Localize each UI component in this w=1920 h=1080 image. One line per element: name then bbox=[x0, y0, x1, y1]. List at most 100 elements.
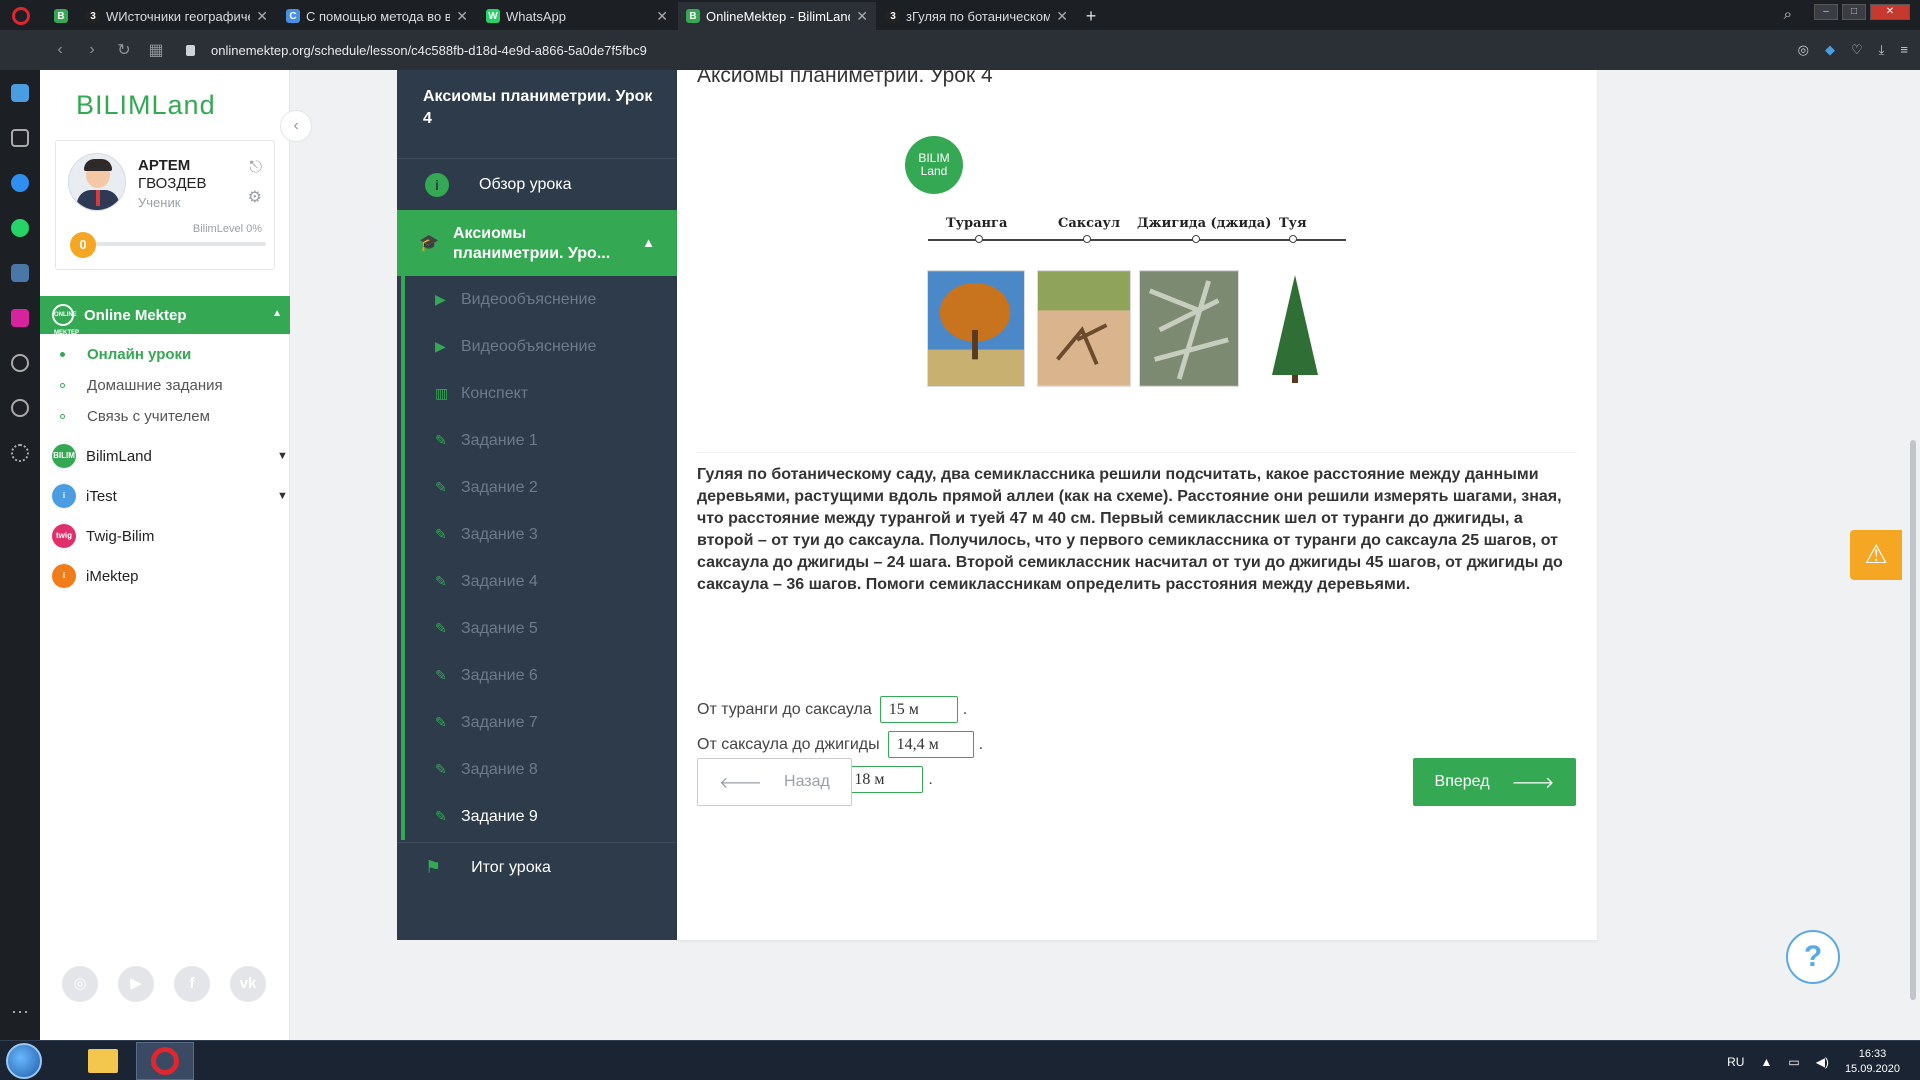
lesson-item[interactable]: ▶ Видеообъяснение bbox=[401, 323, 677, 370]
sidebar-subitem[interactable]: Онлайн уроки bbox=[60, 346, 191, 363]
reload-icon[interactable]: ↻ bbox=[108, 40, 140, 60]
messenger-icon[interactable] bbox=[0, 160, 40, 205]
next-button[interactable]: Вперед 🡒 bbox=[1413, 758, 1576, 806]
heart-icon[interactable] bbox=[0, 340, 40, 385]
sidebar-item[interactable]: i iMektep bbox=[52, 564, 139, 588]
url-field[interactable]: onlinemektep.org/schedule/lesson/c4c588f… bbox=[211, 43, 647, 58]
instagram-icon[interactable] bbox=[0, 295, 40, 340]
avatar[interactable] bbox=[68, 153, 126, 211]
menu-icon[interactable]: ≡ bbox=[1900, 42, 1908, 58]
lesson-item-label: Задание 3 bbox=[461, 525, 538, 543]
answer-input[interactable] bbox=[845, 766, 924, 793]
lesson-item[interactable]: ✎ Задание 3 bbox=[401, 511, 677, 558]
scrollbar-thumb[interactable] bbox=[1910, 440, 1916, 1000]
forward-nav-icon[interactable]: › bbox=[76, 41, 108, 59]
shield-icon[interactable]: ◆ bbox=[1825, 42, 1835, 58]
lesson-section-active[interactable]: 🎓 Аксиомы планиметрии. Уро... ▲ bbox=[397, 210, 677, 276]
tab-close-icon[interactable]: ✕ bbox=[656, 8, 668, 25]
answer-input[interactable] bbox=[887, 731, 974, 758]
lesson-item[interactable]: ▶ Видеообъяснение bbox=[401, 276, 677, 323]
lesson-item[interactable]: ✎ Задание 9 bbox=[401, 793, 677, 840]
clock[interactable]: 16:33 15.09.2020 bbox=[1845, 1047, 1900, 1077]
user-last-name: ГВОЗДЕВ bbox=[138, 175, 207, 192]
online-mektep-menu[interactable]: ONLINE MEKTEP Online Mektep ▲ bbox=[40, 296, 290, 336]
youtube-icon[interactable]: ▶ bbox=[118, 966, 154, 1002]
chevron-down-icon[interactable]: ▼ bbox=[277, 490, 288, 502]
sidebar-subitem-label: Домашние задания bbox=[87, 377, 223, 394]
language-indicator[interactable]: RU bbox=[1727, 1055, 1744, 1069]
lesson-item[interactable]: ✎ Задание 6 bbox=[401, 652, 677, 699]
back-button[interactable]: 🡐 Назад bbox=[697, 758, 852, 806]
vk-icon[interactable] bbox=[0, 250, 40, 295]
tabs-grid-icon[interactable]: ▦ bbox=[140, 40, 172, 60]
lesson-item[interactable]: ▥ Конспект bbox=[401, 370, 677, 417]
gear-icon[interactable]: ⚙ bbox=[248, 187, 262, 207]
lesson-item[interactable]: ✎ Задание 1 bbox=[401, 417, 677, 464]
sidebar-item[interactable]: twig Twig-Bilim bbox=[52, 524, 154, 548]
answer-input[interactable] bbox=[879, 696, 958, 723]
logout-icon[interactable]: ⎋ bbox=[249, 159, 262, 177]
lesson-item[interactable]: ✎ Задание 2 bbox=[401, 464, 677, 511]
lesson-item-label: Конспект bbox=[461, 384, 529, 402]
star-icon[interactable] bbox=[0, 115, 40, 160]
back-nav-icon[interactable]: ‹ bbox=[44, 41, 76, 59]
whatsapp-icon[interactable] bbox=[0, 205, 40, 250]
sidebar-collapse-button[interactable]: ‹ bbox=[280, 110, 312, 142]
browser-tab[interactable]: С С помощью метода во вр ✕ bbox=[278, 2, 476, 30]
browser-tab[interactable]: W WhatsApp ✕ bbox=[478, 2, 676, 30]
tab-close-icon[interactable]: ✕ bbox=[856, 8, 868, 25]
tab-close-icon[interactable]: ✕ bbox=[1056, 8, 1068, 25]
heart-icon[interactable]: ♡ bbox=[1851, 42, 1863, 58]
settings-icon[interactable] bbox=[0, 430, 40, 475]
minimize-button[interactable]: – bbox=[1814, 4, 1838, 20]
facebook-icon[interactable]: f bbox=[174, 966, 210, 1002]
problem-text: Гуляя по ботаническому саду, два семикла… bbox=[697, 466, 1563, 593]
volume-icon[interactable]: ◀) bbox=[1816, 1055, 1829, 1069]
home-icon[interactable] bbox=[0, 70, 40, 115]
network-icon[interactable]: ▭ bbox=[1788, 1055, 1799, 1069]
lesson-item[interactable]: ✎ Задание 8 bbox=[401, 746, 677, 793]
help-button[interactable]: ? bbox=[1786, 930, 1840, 984]
sidebar-item[interactable]: BILIM Land BilimLand ▼ bbox=[52, 444, 288, 484]
camera-icon[interactable]: ◎ bbox=[1798, 42, 1809, 58]
tab-search-icon[interactable]: ⌕ bbox=[1784, 6, 1792, 23]
lesson-item-label: Задание 1 bbox=[461, 431, 538, 449]
history-icon[interactable] bbox=[0, 385, 40, 430]
lesson-item[interactable]: ✎ Задание 7 bbox=[401, 699, 677, 746]
browser-tab[interactable]: B OnlineMektep - BilimLand ✕ bbox=[678, 2, 876, 30]
next-button-label: Вперед bbox=[1434, 773, 1490, 790]
tab-close-icon[interactable]: ✕ bbox=[256, 8, 268, 25]
sidebar-subitem[interactable]: Домашние задания bbox=[60, 377, 223, 394]
warning-icon[interactable]: ⚠ bbox=[1850, 530, 1902, 580]
browser-tab[interactable]: 3 WИсточники географичес ✕ bbox=[78, 2, 276, 30]
new-tab-button[interactable]: + bbox=[1078, 2, 1104, 30]
sidebar-item[interactable]: i iTest ▼ bbox=[52, 484, 288, 508]
instagram-icon[interactable]: ◎ bbox=[62, 966, 98, 1002]
tray-arrow-icon[interactable]: ▲ bbox=[1760, 1055, 1772, 1069]
lesson-item[interactable]: ✎ Задание 4 bbox=[401, 558, 677, 605]
opera-logo-icon[interactable] bbox=[12, 7, 30, 25]
close-window-button[interactable]: ✕ bbox=[1870, 4, 1910, 20]
play-icon: ▶ bbox=[435, 338, 446, 354]
scrollbar[interactable] bbox=[1906, 70, 1920, 1040]
tuya-tree-image bbox=[1272, 275, 1318, 383]
bilimland-logo[interactable]: BILIMLand bbox=[76, 90, 216, 121]
lesson-section-label: Аксиомы планиметрии. Уро... bbox=[453, 225, 611, 262]
explorer-taskbar-button[interactable] bbox=[74, 1042, 132, 1080]
chevron-down-icon[interactable]: ▼ bbox=[277, 450, 288, 462]
edit-icon: ✎ bbox=[435, 432, 447, 448]
tab-close-icon[interactable]: ✕ bbox=[456, 8, 468, 25]
browser-tab[interactable]: B bbox=[46, 2, 76, 30]
lesson-summary-item[interactable]: ⚑ Итог урока bbox=[397, 842, 677, 892]
edit-icon: ✎ bbox=[435, 573, 447, 589]
lesson-item[interactable]: ✎ Задание 5 bbox=[401, 605, 677, 652]
more-icon[interactable]: ··· bbox=[0, 1001, 40, 1022]
sidebar-subitem[interactable]: Связь с учителем bbox=[60, 408, 210, 425]
lesson-overview-item[interactable]: i Обзор урока bbox=[397, 158, 677, 210]
browser-tab[interactable]: 3 зГуляя по ботаническому ✕ bbox=[878, 2, 1076, 30]
download-icon[interactable]: ⤓ bbox=[1879, 42, 1885, 58]
start-button[interactable] bbox=[6, 1043, 42, 1079]
vk-icon[interactable]: vk bbox=[230, 966, 266, 1002]
opera-taskbar-button[interactable] bbox=[136, 1042, 194, 1080]
maximize-button[interactable]: □ bbox=[1842, 4, 1866, 20]
